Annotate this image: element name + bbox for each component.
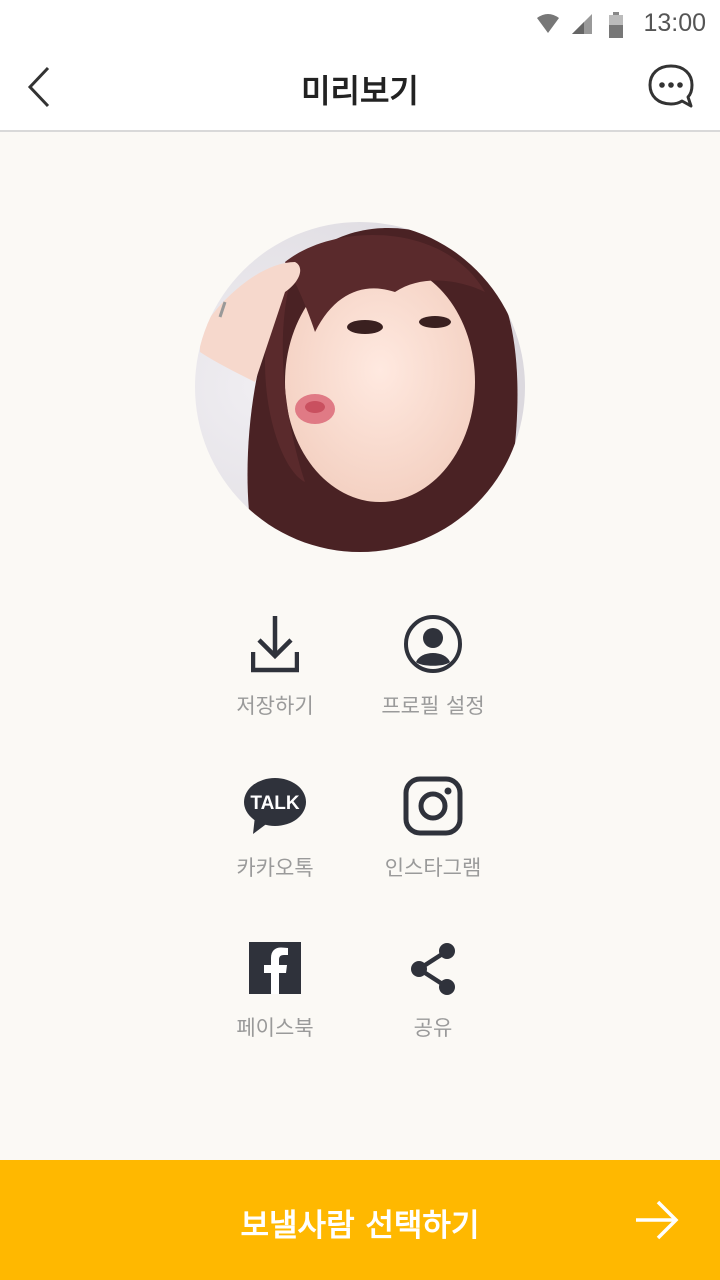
- action-label: 인스타그램: [384, 856, 482, 880]
- signal-icon: [572, 14, 592, 34]
- share-button[interactable]: 공유: [333, 942, 533, 1062]
- app-bar: 미리보기: [0, 48, 720, 132]
- status-bar: 13:00: [0, 0, 720, 48]
- battery-icon: [609, 12, 623, 38]
- profile-icon: [404, 615, 462, 673]
- svg-text:TALK: TALK: [250, 793, 300, 814]
- arrow-right-icon: [636, 1200, 679, 1240]
- select-recipient-button[interactable]: 보낼사람 선택하기: [0, 1160, 720, 1280]
- share-icon: [411, 943, 455, 995]
- profile-avatar: [195, 222, 525, 552]
- kakaotalk-icon: TALK: [244, 778, 306, 834]
- instagram-icon: [403, 776, 463, 836]
- chat-more-icon: [648, 64, 694, 108]
- status-time: 13:00: [643, 9, 706, 37]
- profile-setting-button[interactable]: 프로필 설정: [333, 614, 533, 734]
- wifi-icon: [537, 14, 559, 33]
- more-chat-button[interactable]: [646, 62, 696, 112]
- facebook-icon: [249, 942, 301, 994]
- download-icon: [251, 616, 299, 673]
- action-label: 공유: [413, 1016, 453, 1040]
- page-title: 미리보기: [301, 72, 419, 110]
- instagram-share-button[interactable]: 인스타그램: [333, 776, 533, 896]
- select-recipient-label: 보낼사람 선택하기: [240, 1208, 480, 1244]
- action-label: 프로필 설정: [381, 694, 485, 718]
